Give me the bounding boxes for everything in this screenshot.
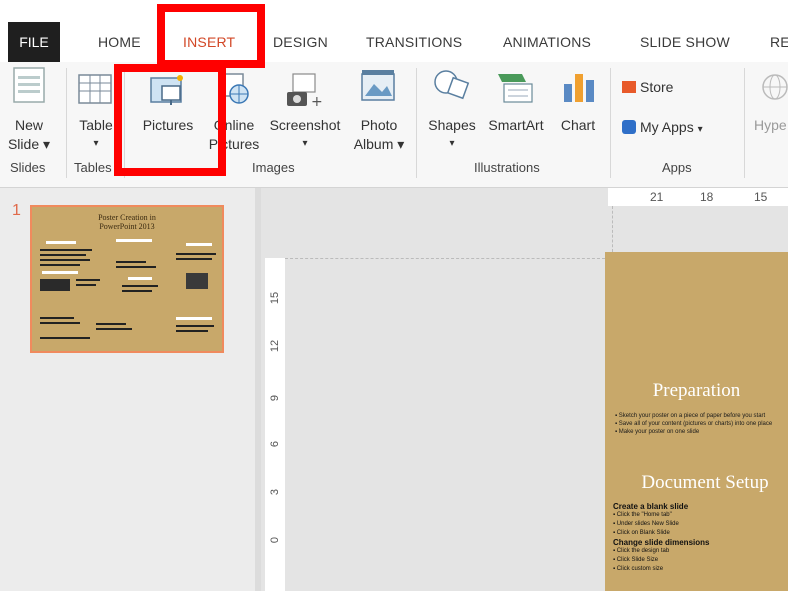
- svg-text:+: +: [311, 94, 323, 108]
- globe-icon: [762, 74, 788, 100]
- ruler-mark: 0: [269, 536, 281, 544]
- list-item: ▪ Click custom size: [613, 566, 664, 572]
- shapes-button[interactable]: Shapes ▾: [424, 62, 480, 154]
- list-item: ▪ Click Slide Size: [613, 557, 659, 563]
- list-item: ▪ Sketch your poster on a piece of paper…: [615, 413, 766, 419]
- slide-number: 1: [12, 202, 21, 219]
- pictures-highlight: [114, 64, 226, 176]
- ruler-mark: 9: [269, 394, 281, 402]
- group-separator: [610, 68, 611, 178]
- tab-file[interactable]: FILE: [8, 22, 60, 62]
- thumbnail-title: Poster Creation in PowerPoint 2013: [32, 213, 222, 231]
- tab-transitions[interactable]: TRANSITIONS: [366, 22, 462, 62]
- ruler-mark: 6: [269, 440, 281, 448]
- tab-slide-show[interactable]: SLIDE SHOW: [640, 22, 730, 62]
- table-button[interactable]: Table ▾: [72, 62, 120, 154]
- thumbnail-title-line-2: PowerPoint 2013: [99, 222, 155, 231]
- ruler-mark: 12: [269, 339, 281, 353]
- group-label-illustrations: Illustrations: [474, 160, 540, 175]
- list-item: ▪ Click the design tab: [613, 548, 670, 554]
- my-apps-icon: [622, 120, 636, 134]
- ruler-mark: 21: [650, 190, 664, 204]
- photo-album-label: Photo: [360, 117, 398, 133]
- table-label: Table: [79, 117, 113, 133]
- tab-animations[interactable]: ANIMATIONS: [503, 22, 591, 62]
- guide-line-vertical: [612, 206, 613, 252]
- list-item: ▪ Save all of your content (pictures or …: [615, 421, 773, 427]
- new-slide-label: New: [14, 117, 43, 133]
- smartart-icon: [498, 74, 533, 103]
- store-icon: [622, 81, 636, 93]
- dropdown-arrow-icon: ▾: [93, 138, 99, 149]
- slide-thumbnail[interactable]: Poster Creation in PowerPoint 2013: [30, 205, 224, 353]
- list-item: ▪ Under slides New Slide: [613, 521, 679, 527]
- screenshot-icon: +: [287, 73, 323, 108]
- subheading-create-blank-slide: Create a blank slide: [613, 502, 689, 511]
- group-label-tables: Tables: [74, 160, 112, 175]
- ribbon-tab-bar: FILE HOME INSERT DESIGN TRANSITIONS ANIM…: [0, 0, 788, 62]
- ruler-mark: 15: [269, 291, 281, 305]
- store-button[interactable]: Store: [622, 78, 702, 100]
- dropdown-arrow-icon: ▾: [697, 124, 703, 135]
- dropdown-arrow-icon: ▾: [449, 138, 455, 149]
- shapes-label: Shapes: [428, 117, 476, 133]
- smartart-label: SmartArt: [488, 117, 544, 133]
- list-item: ▪ Make your poster on one slide: [615, 429, 700, 435]
- list-item: ▪ Click the "Home tab": [613, 512, 672, 518]
- my-apps-button[interactable]: My Apps ▾: [622, 118, 740, 140]
- vertical-ruler: 15 12 9 6 3 0: [265, 258, 285, 591]
- group-label-slides: Slides: [10, 160, 46, 175]
- slide-editor[interactable]: Preparation ▪ Sketch your poster on a pi…: [605, 252, 788, 591]
- document-setup-list: Create a blank slide ▪ Click the "Home t…: [613, 502, 788, 574]
- thumbnail-content: [40, 239, 216, 339]
- hyperlink-label: Hype: [754, 117, 787, 133]
- guide-line: [285, 258, 605, 259]
- table-icon: [78, 74, 112, 104]
- subheading-change-slide-dimensions: Change slide dimensions: [613, 538, 710, 547]
- group-label-images: Images: [252, 160, 295, 175]
- tab-review[interactable]: RE: [770, 22, 788, 62]
- group-separator: [416, 68, 417, 178]
- ruler-mark: 15: [754, 190, 768, 204]
- chart-label: Chart: [560, 117, 596, 133]
- smartart-button[interactable]: SmartArt: [482, 62, 550, 154]
- chart-button[interactable]: Chart: [552, 62, 604, 154]
- insert-tab-highlight: [157, 4, 265, 68]
- group-separator: [744, 68, 745, 178]
- tab-home[interactable]: HOME: [98, 22, 141, 62]
- shapes-icon: [434, 70, 470, 100]
- slide-heading-preparation: Preparation: [652, 380, 741, 401]
- new-slide-button[interactable]: New Slide ▾: [4, 62, 54, 154]
- photo-album-button[interactable]: Photo Album ▾: [348, 62, 410, 154]
- preparation-list: ▪ Sketch your poster on a piece of paper…: [615, 412, 785, 436]
- group-label-apps: Apps: [662, 160, 692, 175]
- my-apps-label: My Apps: [640, 119, 694, 135]
- tab-design[interactable]: DESIGN: [273, 22, 328, 62]
- store-label: Store: [640, 79, 674, 95]
- ruler-mark: 18: [700, 190, 714, 204]
- screenshot-button[interactable]: + Screenshot ▾: [263, 62, 347, 154]
- slide-heading-document-setup: Document Setup: [641, 472, 769, 493]
- hyperlink-button[interactable]: Hype: [750, 62, 788, 154]
- new-slide-icon: [13, 67, 45, 103]
- photo-album-label-2: Album ▾: [353, 136, 405, 152]
- screenshot-label: Screenshot: [269, 117, 341, 133]
- ruler-mark: 3: [269, 488, 281, 496]
- horizontal-ruler: 21 18 15: [608, 188, 788, 206]
- thumbnail-title-line-1: Poster Creation in: [98, 213, 156, 222]
- photo-album-icon: [361, 70, 395, 101]
- new-slide-label-2: Slide ▾: [7, 136, 51, 152]
- dropdown-arrow-icon: ▾: [302, 138, 308, 149]
- chart-icon: [564, 74, 594, 102]
- list-item: ▪ Click on Blank Slide: [613, 530, 670, 536]
- group-separator: [66, 68, 67, 178]
